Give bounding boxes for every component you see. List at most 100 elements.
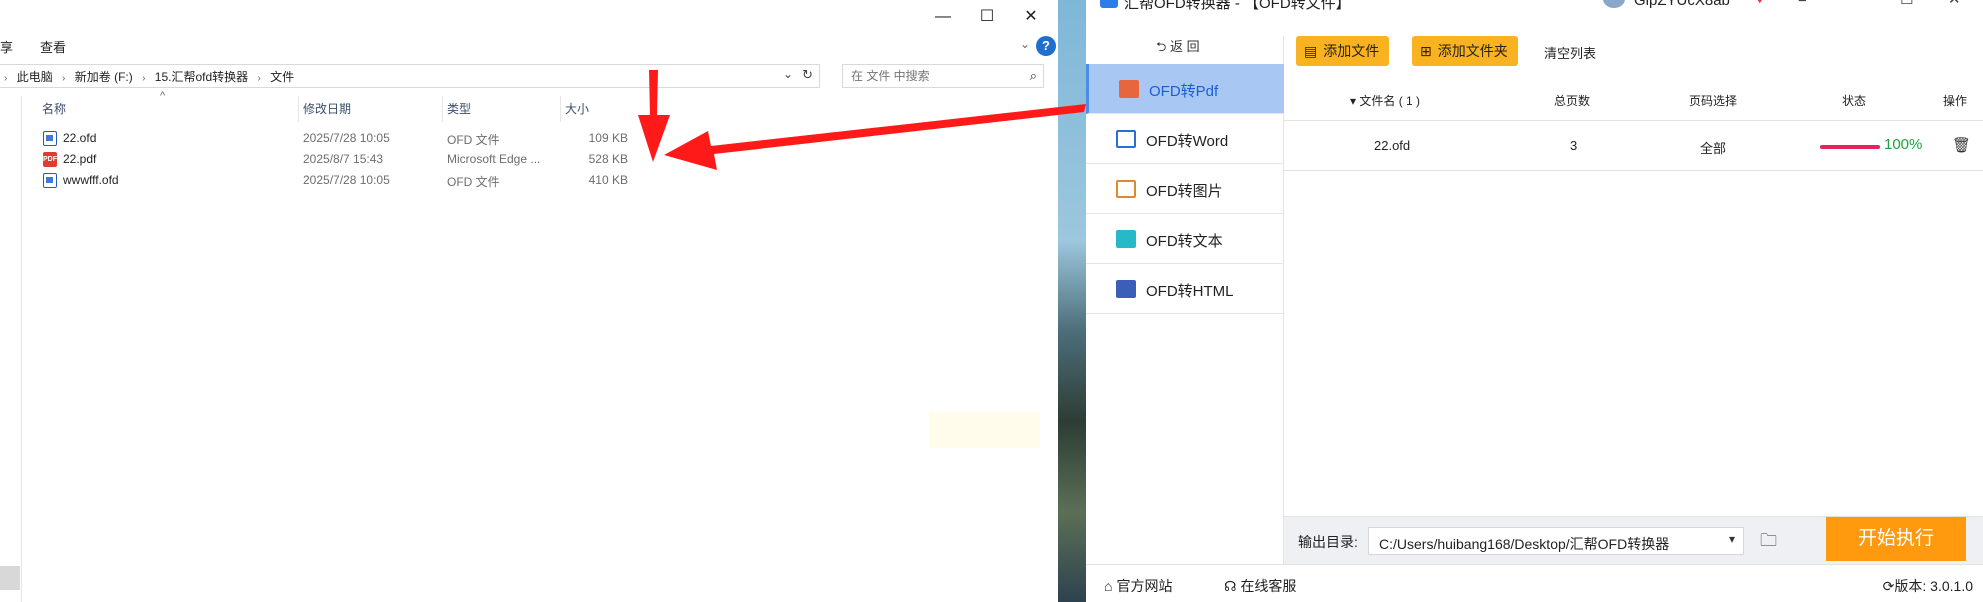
row-divider bbox=[1284, 170, 1983, 171]
add-folder-button[interactable]: ⊞ 添加文件夹 bbox=[1412, 36, 1518, 66]
progress-bar bbox=[1820, 145, 1880, 149]
header-status: 状态 bbox=[1842, 94, 1867, 108]
file-size: 109 KB bbox=[588, 131, 628, 145]
menu-view[interactable]: 查看 bbox=[40, 37, 66, 56]
header-filename[interactable]: ▾ 文件名 ( 1 ) bbox=[1350, 92, 1420, 109]
header-divider bbox=[1284, 120, 1983, 121]
file-add-icon: ▤ bbox=[1304, 43, 1318, 59]
file-row[interactable]: 22.ofd 2025/7/28 10:05 OFD 文件 109 KB bbox=[22, 128, 1022, 148]
breadcrumb-item[interactable]: 文件 bbox=[270, 70, 294, 84]
add-file-button[interactable]: ▤ 添加文件 bbox=[1296, 36, 1390, 66]
row-page-range[interactable]: 全部 bbox=[1700, 138, 1726, 157]
sidebar-item-ofd-to-pdf[interactable]: OFD转Pdf bbox=[1086, 64, 1284, 114]
chevron-right-icon: › bbox=[142, 73, 146, 84]
sidebar-item-label: OFD转Pdf bbox=[1149, 83, 1219, 100]
column-header-name[interactable]: 名称 bbox=[42, 100, 66, 117]
progress-percent: 100% bbox=[1884, 136, 1923, 153]
word-icon bbox=[1116, 130, 1136, 148]
expand-ribbon-icon[interactable]: ⌄ bbox=[1020, 37, 1030, 51]
official-website-label: 官方网站 bbox=[1116, 578, 1173, 594]
column-divider[interactable] bbox=[560, 96, 561, 122]
column-divider[interactable] bbox=[298, 96, 299, 122]
sidebar-item-ofd-to-text[interactable]: OFD转文本 bbox=[1086, 214, 1284, 264]
sort-ascending-icon: ^ bbox=[160, 90, 166, 102]
app-titlebar: 汇帮OFD转换器 - 【OFD转文件】 GlpZYUcX8ab ♦ ≡ — ☐ … bbox=[1086, 0, 1983, 12]
chevron-down-icon: ▾ bbox=[1728, 532, 1735, 546]
sidebar-item-ofd-to-word[interactable]: OFD转Word bbox=[1086, 114, 1284, 164]
refresh-icon: ⟳ bbox=[1882, 578, 1895, 594]
start-button[interactable]: 开始执行 bbox=[1826, 517, 1966, 561]
official-website-link[interactable]: ⌂ 官方网站 bbox=[1104, 576, 1172, 596]
text-icon bbox=[1116, 230, 1136, 248]
close-button[interactable]: ✕ bbox=[1016, 4, 1046, 30]
row-pages: 3 bbox=[1570, 138, 1578, 153]
menu-share[interactable]: 享 bbox=[0, 37, 13, 56]
menu-icon[interactable]: ≡ bbox=[1798, 0, 1807, 7]
minimize-button[interactable]: — bbox=[1850, 0, 1865, 7]
file-row[interactable]: wwwfff.ofd 2025/7/28 10:05 OFD 文件 410 KB bbox=[22, 170, 1022, 190]
header-action: 操作 bbox=[1943, 94, 1968, 108]
chevron-down-icon[interactable]: ⌄ bbox=[783, 67, 793, 81]
file-type: OFD 文件 bbox=[447, 133, 500, 147]
clear-list-button[interactable]: 清空列表 bbox=[1544, 43, 1596, 62]
progress-fill bbox=[1820, 145, 1880, 149]
maximize-button[interactable]: ☐ bbox=[972, 4, 1002, 30]
breadcrumb-item[interactable]: 新加卷 (F:) bbox=[75, 70, 133, 84]
headset-icon: ☊ bbox=[1224, 578, 1237, 594]
sidebar-item-ofd-to-html[interactable]: OFD转HTML bbox=[1086, 264, 1284, 314]
home-icon: ⌂ bbox=[1104, 578, 1113, 594]
file-size: 410 KB bbox=[588, 173, 628, 187]
file-date: 2025/7/28 10:05 bbox=[303, 131, 390, 145]
search-icon[interactable]: ⌕ bbox=[1030, 68, 1037, 84]
ofd-converter-window: 汇帮OFD转换器 - 【OFD转文件】 GlpZYUcX8ab ♦ ≡ — ☐ … bbox=[1086, 0, 1983, 602]
trash-icon[interactable]: 🗑 bbox=[1952, 136, 1971, 154]
row-filename: 22.ofd bbox=[1374, 138, 1411, 153]
file-date: 2025/7/28 10:05 bbox=[303, 173, 390, 187]
file-name: 22.ofd bbox=[63, 131, 97, 145]
column-header-size[interactable]: 大小 bbox=[565, 100, 589, 117]
version-label: 版本: 3.0.1.0 bbox=[1894, 578, 1973, 594]
maximize-button[interactable]: ☐ bbox=[1900, 0, 1913, 8]
column-divider[interactable] bbox=[442, 96, 443, 122]
file-type: Microsoft Edge ... bbox=[447, 152, 541, 166]
pdf-file-icon: PDF bbox=[43, 152, 57, 167]
column-header-type[interactable]: 类型 bbox=[447, 100, 471, 117]
address-bar[interactable]: › 此电脑 › 新加卷 (F:) › 15.汇帮ofd转换器 › 文件 ⌄ ↻ bbox=[0, 64, 820, 88]
chevron-right-icon: › bbox=[62, 73, 66, 84]
explorer-ribbon-tabs: 享 查看 ⌄ ? bbox=[0, 34, 1058, 58]
refresh-icon[interactable]: ↻ bbox=[802, 67, 813, 83]
chevron-right-icon: › bbox=[4, 73, 8, 84]
navigation-pane bbox=[0, 96, 22, 602]
file-type: OFD 文件 bbox=[447, 175, 500, 189]
close-button[interactable]: ✕ bbox=[1948, 0, 1961, 8]
avatar[interactable] bbox=[1603, 0, 1625, 8]
file-row[interactable]: PDF 22.pdf 2025/8/7 15:43 Microsoft Edge… bbox=[22, 149, 1022, 169]
version-info[interactable]: ⟳版本: 3.0.1.0 bbox=[1883, 576, 1973, 596]
file-table: ▾ 文件名 ( 1 ) 总页数 页码选择 状态 操作 22.ofd 3 全部 1… bbox=[1284, 86, 1983, 516]
minimize-button[interactable]: — bbox=[928, 4, 958, 30]
sidebar-item-label: OFD转Word bbox=[1146, 133, 1229, 150]
breadcrumb-item[interactable]: 15.汇帮ofd转换器 bbox=[155, 70, 248, 84]
app-title: 汇帮OFD转换器 - 【OFD转文件】 bbox=[1124, 0, 1351, 12]
pdf-icon bbox=[1119, 80, 1139, 98]
add-folder-label: 添加文件夹 bbox=[1437, 43, 1508, 59]
file-explorer-window: — ☐ ✕ 享 查看 ⌄ ? › 此电脑 › 新加卷 (F:) › 15.汇帮o… bbox=[0, 0, 1058, 602]
conversion-sidebar: ⮌ 返 回 OFD转Pdf OFD转Word OFD转图片 OFD转文本 OFD… bbox=[1086, 36, 1284, 564]
app-toolbar: ▤ 添加文件 ⊞ 添加文件夹 清空列表 bbox=[1284, 36, 1983, 86]
file-size: 528 KB bbox=[588, 152, 628, 166]
breadcrumb-item[interactable]: 此电脑 bbox=[17, 70, 53, 84]
nav-selected-item[interactable] bbox=[0, 566, 20, 590]
help-icon[interactable]: ? bbox=[1036, 36, 1056, 56]
folder-open-icon[interactable]: 🗀 bbox=[1760, 528, 1777, 557]
user-name[interactable]: GlpZYUcX8ab bbox=[1634, 0, 1730, 9]
output-directory-select[interactable]: C:/Users/huibang168/Desktop/汇帮OFD转换器 ▾ bbox=[1368, 527, 1744, 555]
back-button[interactable]: ⮌ 返 回 bbox=[1156, 36, 1200, 60]
header-pages: 总页数 bbox=[1554, 94, 1591, 108]
add-file-label: 添加文件 bbox=[1323, 43, 1380, 59]
search-box[interactable]: ⌕ bbox=[842, 64, 1044, 88]
search-input[interactable] bbox=[849, 68, 1019, 84]
vip-diamond-icon[interactable]: ♦ bbox=[1756, 0, 1764, 7]
online-support-link[interactable]: ☊ 在线客服 bbox=[1224, 576, 1296, 596]
sidebar-item-ofd-to-image[interactable]: OFD转图片 bbox=[1086, 164, 1284, 214]
column-header-date[interactable]: 修改日期 bbox=[303, 100, 351, 117]
